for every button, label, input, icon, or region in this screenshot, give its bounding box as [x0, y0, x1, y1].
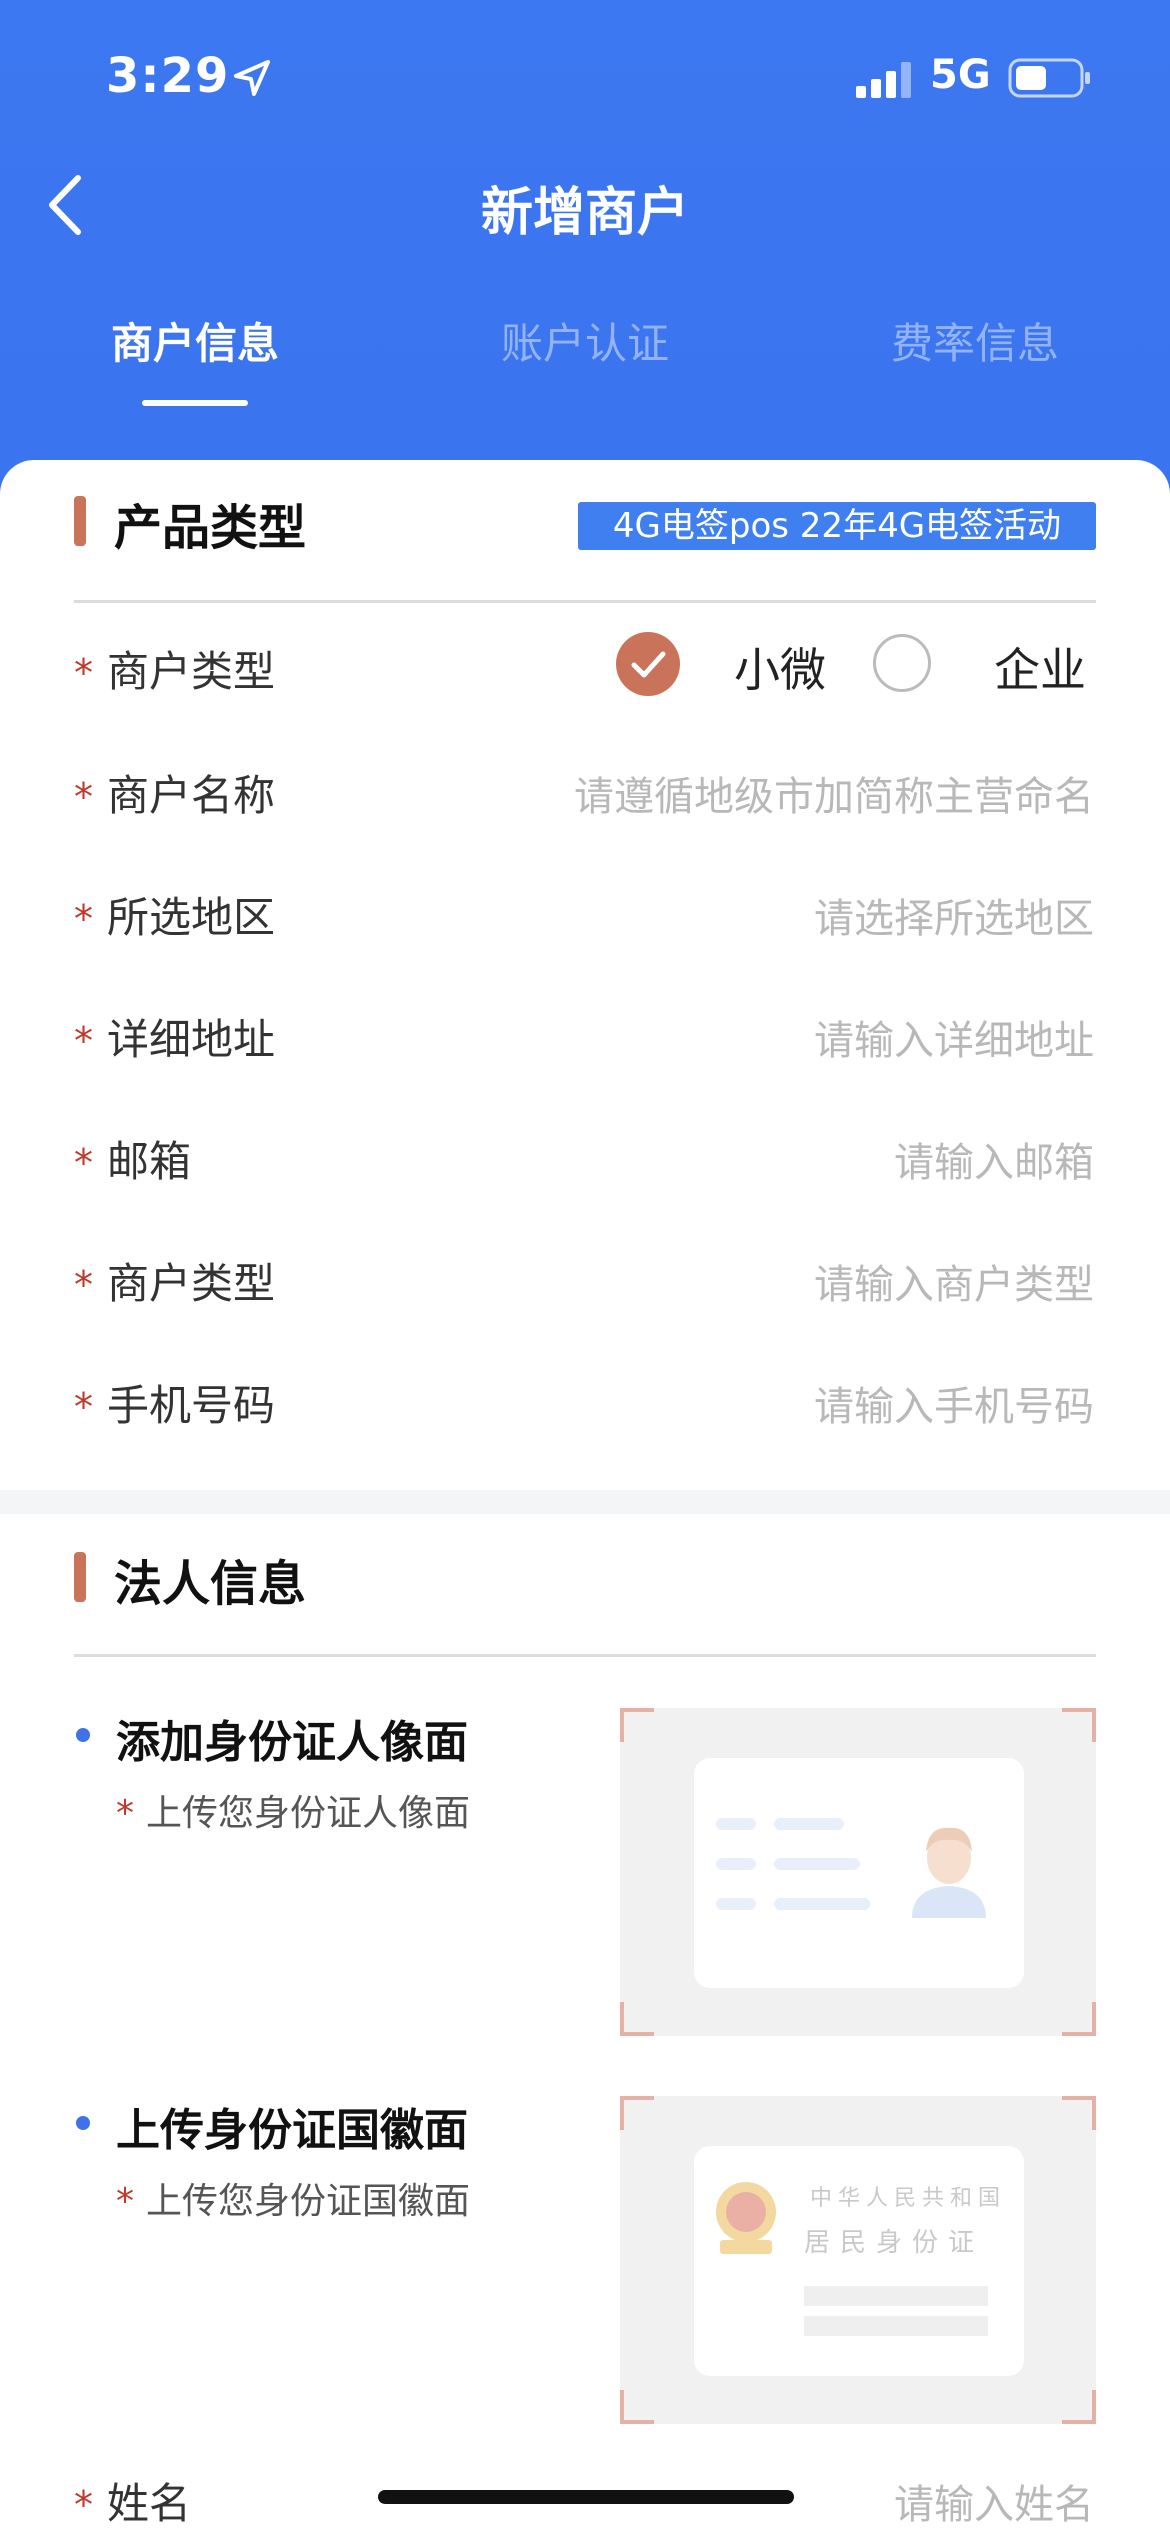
bullet-dot	[76, 2116, 90, 2130]
upload-back-title: 上传身份证国徽面	[116, 2105, 468, 2156]
required-star: *	[74, 651, 93, 695]
tab-account-auth[interactable]: 账户认证	[435, 310, 735, 371]
required-star: *	[74, 1141, 93, 1185]
radio-enterprise[interactable]	[873, 634, 931, 692]
field-label-phone: * 手机号码	[74, 1381, 276, 1430]
portrait-icon	[912, 1827, 986, 1918]
required-star: *	[74, 775, 93, 819]
section-divider	[74, 1654, 1096, 1657]
text-line-placeholder	[716, 1858, 756, 1870]
frame-corner	[1062, 1708, 1096, 1742]
national-emblem-icon	[716, 2182, 776, 2254]
radio-label-enterprise[interactable]: 企业	[994, 634, 1086, 700]
required-star: *	[74, 2483, 93, 2527]
merchant-name-input[interactable]: 请遵循地级市加简称主营命名	[574, 764, 1094, 822]
section-marker	[74, 496, 86, 546]
field-label-address: * 详细地址	[74, 1015, 276, 1064]
text-line-placeholder	[774, 1818, 844, 1830]
text-line-placeholder	[804, 2316, 988, 2336]
network-label: 5G	[930, 52, 991, 98]
page-title: 新增商户	[480, 183, 689, 243]
radio-label-small-micro[interactable]: 小微	[734, 634, 826, 700]
text-line-placeholder	[804, 2286, 988, 2306]
check-icon	[631, 651, 666, 678]
email-input[interactable]: 请输入邮箱	[894, 1130, 1094, 1188]
bullet-dot	[76, 1728, 90, 1742]
text-line-placeholder	[716, 1898, 756, 1910]
section-divider	[74, 600, 1096, 603]
section-title-product: 产品类型	[114, 500, 307, 556]
tab-active-indicator	[142, 400, 248, 406]
id-card-back-illustration: 中华人民共和国 居民身份证	[694, 2146, 1024, 2376]
field-label-name: * 姓名	[74, 2479, 192, 2528]
address-input[interactable]: 请输入详细地址	[814, 1008, 1094, 1066]
text-line-placeholder	[716, 1818, 756, 1830]
signal-icon	[856, 62, 911, 98]
upload-id-front[interactable]	[620, 1708, 1096, 2036]
tab-merchant-info[interactable]: 商户信息	[45, 310, 345, 371]
field-label-merchant-category: * 商户类型	[74, 1259, 276, 1308]
section-title-legal: 法人信息	[114, 1556, 307, 1612]
frame-corner	[1062, 2390, 1096, 2424]
product-tag[interactable]: 4G电签pos 22年4G电签活动	[578, 502, 1096, 550]
field-label-region: * 所选地区	[74, 893, 276, 942]
name-input[interactable]: 请输入姓名	[894, 2472, 1094, 2530]
tab-rate-info[interactable]: 费率信息	[825, 310, 1125, 371]
battery-icon	[1008, 58, 1090, 98]
required-star: *	[74, 1263, 93, 1307]
radio-small-micro[interactable]	[616, 632, 680, 696]
merchant-category-input[interactable]: 请输入商户类型	[814, 1252, 1094, 1310]
id-card-front-illustration	[694, 1758, 1024, 1988]
tab-bar: 商户信息 账户认证 费率信息	[0, 310, 1170, 410]
upload-front-subtitle: * 上传您身份证人像面	[116, 1793, 471, 1834]
upload-id-back[interactable]: 中华人民共和国 居民身份证	[620, 2096, 1096, 2424]
merchant-info-card	[0, 460, 1170, 1490]
region-select[interactable]: 请选择所选地区	[814, 886, 1094, 944]
location-icon	[234, 60, 270, 96]
required-star: *	[74, 1019, 93, 1063]
required-star: *	[74, 1385, 93, 1429]
frame-corner	[620, 2002, 654, 2036]
text-line-placeholder	[774, 1858, 860, 1870]
frame-corner	[1062, 2002, 1096, 2036]
frame-corner	[1062, 2096, 1096, 2130]
id-card-title-text: 居民身份证	[804, 2228, 985, 2258]
status-time: 3:29	[106, 48, 230, 104]
home-indicator	[378, 2490, 794, 2504]
field-label-email: * 邮箱	[74, 1137, 192, 1186]
field-label-merchant-name: * 商户名称	[74, 771, 276, 820]
section-marker	[74, 1552, 86, 1602]
text-line-placeholder	[774, 1898, 870, 1910]
phone-input[interactable]: 请输入手机号码	[814, 1374, 1094, 1432]
frame-corner	[620, 2390, 654, 2424]
required-star: *	[74, 897, 93, 941]
required-star: *	[116, 1793, 134, 1834]
upload-back-subtitle: * 上传您身份证国徽面	[116, 2181, 471, 2222]
required-star: *	[116, 2181, 134, 2222]
frame-corner	[620, 2096, 654, 2130]
field-label-merchant-type: * 商户类型	[74, 647, 276, 696]
frame-corner	[620, 1708, 654, 1742]
upload-front-title: 添加身份证人像面	[116, 1717, 468, 1768]
id-card-country-text: 中华人民共和国	[810, 2186, 1007, 2211]
